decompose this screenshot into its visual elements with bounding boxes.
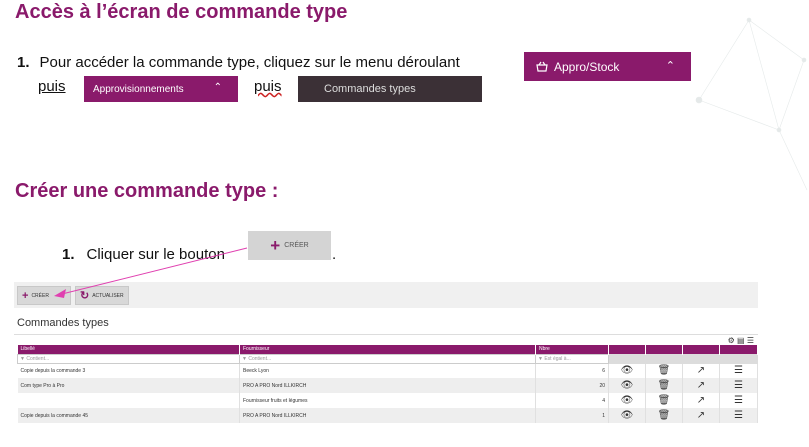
chevron-up-icon: ⌃ [665,60,675,72]
cell-fournisseur: PRO A PRO Nord ILLKIRCH [239,378,536,393]
step1-instruction: Pour accéder la commande type, cliquez s… [39,54,460,71]
cell-libelle: Com type Pro à Pro [17,378,240,393]
grid-tools[interactable]: ⚙ ▤ ☰ [728,336,754,345]
export-icon[interactable]: ▤ [737,336,745,345]
column-header-nbre[interactable]: Nbre [535,345,609,354]
page-title: Commandes types [17,317,109,329]
trash-icon[interactable]: 🗑 [645,363,683,378]
puis-text-1: puis [38,78,66,95]
column-header-libelle[interactable]: Libellé [17,345,240,354]
section-heading-access: Accès à l’écran de commande type [15,1,348,23]
creer-button-label: CRÉER [284,242,309,249]
cell-fournisseur: Beeck Lyon [239,363,536,378]
external-link-icon[interactable]: ↗ [682,408,720,423]
commandes-types-label: Commandes types [324,83,416,95]
cell-nbre: 1 [535,408,609,423]
cell-libelle [17,393,240,408]
creer-label: CRÉER [31,292,49,299]
eye-icon[interactable]: 👁 [608,363,646,378]
column-header-fournisseur[interactable]: Fournisseur [239,345,536,354]
appro-stock-menu-button[interactable]: Appro/Stock ⌃ [524,52,691,81]
chevron-up-icon: ⌃ [213,82,222,93]
refresh-icon: ↻ [80,290,90,302]
table-row[interactable]: Copie depuis la commande 3 Beeck Lyon 6 👁 🗑 ↗… [17,363,758,378]
trash-icon[interactable]: 🗑 [645,378,683,393]
actualiser-button[interactable]: ↻ ACTUALISER [75,286,129,305]
section-heading-create: Créer une commande type : [15,180,279,202]
menu-icon[interactable]: ☰ [719,378,758,393]
background-network-decoration [695,17,808,191]
step1-number: 1. [17,54,30,71]
external-link-icon[interactable]: ↗ [682,363,720,378]
columns-icon[interactable]: ☰ [747,336,754,345]
table-row[interactable]: Fournisseur fruits et légumes 4 👁 🗑 ↗ ☰ [17,393,758,408]
filter-nbre[interactable]: ▼ Est égal à... [535,353,609,364]
gear-icon[interactable]: ⚙ [728,336,735,345]
plus-icon: + [270,235,281,255]
cell-libelle: Copie depuis la commande 45 [17,408,240,423]
step2-instruction: Cliquer sur le bouton [86,246,225,263]
eye-icon[interactable]: 👁 [608,393,646,408]
eye-icon[interactable]: 👁 [608,378,646,393]
cell-nbre: 4 [535,393,609,408]
table-row[interactable]: Copie depuis la commande 45 PRO A PRO Nor… [17,408,758,423]
column-header-delete [645,345,683,354]
column-header-view [608,345,646,354]
menu-icon[interactable]: ☰ [719,408,758,423]
filter-fournisseur[interactable]: ▼ Contient... [239,353,536,364]
column-header-menu [719,345,758,354]
divider [14,334,758,335]
cell-libelle: Copie depuis la commande 3 [17,363,240,378]
external-link-icon[interactable]: ↗ [682,378,720,393]
approvisionnements-label: Approvisionnements [93,83,184,95]
cell-fournisseur: Fournisseur fruits et légumes [239,393,536,408]
basket-icon [536,61,548,72]
external-link-icon[interactable]: ↗ [682,393,720,408]
creer-button[interactable]: + CRÉER [17,286,71,305]
step2-period: . [332,246,337,263]
filter-libelle[interactable]: ▼ Contient... [17,353,240,364]
menu-icon[interactable]: ☰ [719,363,758,378]
eye-icon[interactable]: 👁 [608,408,646,423]
actualiser-label: ACTUALISER [92,292,124,299]
cell-fournisseur: PRO A PRO Nord ILLKIRCH [239,408,536,423]
trash-icon[interactable]: 🗑 [645,393,683,408]
step2-number: 1. [62,246,75,263]
plus-icon: + [22,289,29,302]
toolbar: + CRÉER ↻ ACTUALISER [14,282,758,308]
step2-text: 1. Cliquer sur le bouton . [62,246,336,263]
commandes-types-screenshot: + CRÉER ↻ ACTUALISER Commandes types ⚙ ▤… [14,282,758,442]
column-header-open [682,345,720,354]
commandes-types-menu-item[interactable]: Commandes types [298,76,482,102]
cell-nbre: 20 [535,378,609,393]
table-row[interactable]: Com type Pro à Pro PRO A PRO Nord ILLKIRC… [17,378,758,393]
step1-text: 1. Pour accéder la commande type, cliquez… [17,54,460,71]
menu-icon[interactable]: ☰ [719,393,758,408]
appro-stock-label: Appro/Stock [554,59,620,74]
approvisionnements-menu-button[interactable]: Approvisionnements ⌃ [84,76,238,102]
cell-nbre: 6 [535,363,609,378]
trash-icon[interactable]: 🗑 [645,408,683,423]
creer-button-example[interactable]: + CRÉER [248,231,331,260]
commandes-types-table: Libellé Fournisseur Nbre ▼ Contient... ▼… [17,345,758,423]
puis-text-2: puis [254,78,282,95]
